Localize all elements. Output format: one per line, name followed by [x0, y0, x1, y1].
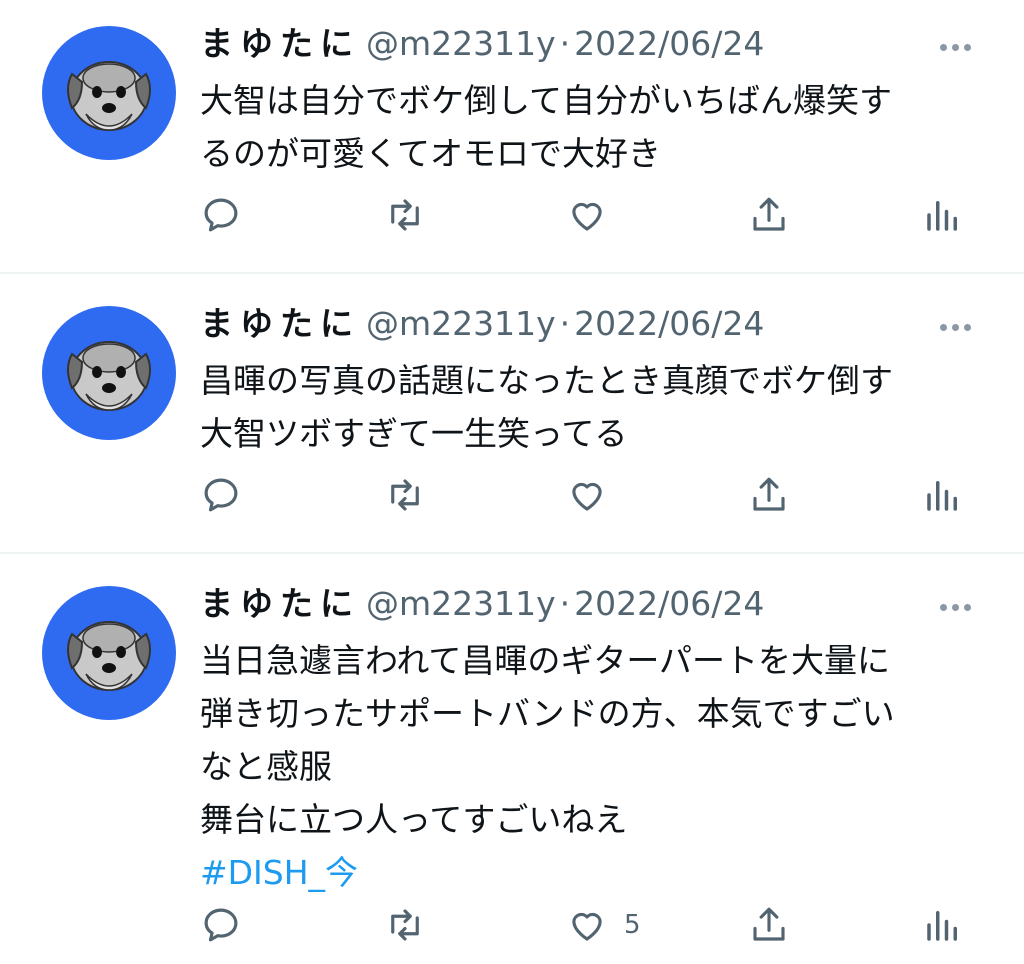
author-name[interactable]: まゆたに — [200, 584, 360, 623]
avatar[interactable] — [42, 26, 176, 160]
share-button[interactable] — [748, 900, 806, 950]
tweet[interactable]: まゆたに @m22311y · 2022/06/24 当日急遽言われて昌暉のギターパー… — [0, 560, 1024, 964]
retweet-button[interactable] — [384, 190, 442, 240]
separator-dot: · — [559, 304, 571, 343]
reply-button[interactable] — [200, 470, 258, 520]
schnauzer-dog-avatar-icon — [67, 621, 151, 691]
tweet-header: まゆたに @m22311y · 2022/06/24 — [200, 304, 764, 344]
reply-bubble-icon — [204, 478, 238, 512]
tweet-text-line: 弾き切ったサポートバンドの方、本気ですごい — [200, 694, 895, 733]
separator-dot: · — [559, 24, 571, 63]
avatar[interactable] — [42, 586, 176, 720]
avatar[interactable] — [42, 306, 176, 440]
heart-icon — [572, 202, 602, 231]
tweet-divider — [0, 552, 1024, 554]
share-upload-icon — [753, 197, 785, 231]
analytics-bars-icon — [927, 481, 957, 511]
share-button[interactable] — [748, 470, 806, 520]
tweet-text: 大智は自分でボケ倒して自分がいちばん爆笑す るのが可愛くてオモロで大好き — [200, 74, 990, 180]
author-handle[interactable]: @m22311y — [366, 304, 556, 343]
separator-dot: · — [559, 584, 571, 623]
tweet[interactable]: まゆたに @m22311y · 2022/06/24 大智は自分でボケ倒して自分がいち… — [0, 0, 1024, 272]
tweet-text-line: 舞台に立つ人ってすごいねえ — [200, 800, 628, 839]
tweet-header: まゆたに @m22311y · 2022/06/24 — [200, 584, 764, 624]
tweet-text-line: 大智ツボすぎて一生笑ってる — [200, 414, 628, 453]
tweet-text-line: 昌暉の写真の話題になったとき真顔でボケ倒す — [200, 361, 893, 400]
tweet[interactable]: まゆたに @m22311y · 2022/06/24 昌暉の写真の話題になったとき真顔… — [0, 280, 1024, 552]
reply-bubble-icon — [204, 198, 238, 232]
heart-icon — [572, 482, 602, 511]
tweet-date[interactable]: 2022/06/24 — [574, 304, 764, 343]
tweet-date[interactable]: 2022/06/24 — [574, 24, 764, 63]
retweet-button[interactable] — [384, 900, 442, 950]
analytics-button[interactable] — [922, 190, 980, 240]
like-button[interactable] — [566, 190, 624, 240]
more-dots-icon[interactable] — [940, 316, 978, 331]
analytics-button[interactable] — [922, 470, 980, 520]
more-dots-icon[interactable] — [940, 36, 978, 51]
hashtag-link[interactable]: #DISH_今 — [200, 846, 990, 899]
author-name[interactable]: まゆたに — [200, 24, 360, 63]
share-upload-icon — [753, 477, 785, 511]
retweet-icon — [391, 909, 419, 941]
tweet-actions — [0, 470, 1024, 520]
like-count: 5 — [624, 910, 641, 940]
reply-button[interactable] — [200, 900, 258, 950]
tweet-divider — [0, 272, 1024, 274]
retweet-icon — [391, 199, 419, 231]
schnauzer-dog-avatar-icon — [67, 61, 151, 131]
heart-icon — [572, 912, 602, 941]
tweet-actions — [0, 190, 1024, 240]
reply-button[interactable] — [200, 190, 258, 240]
tweet-text-line: 当日急遽言われて昌暉のギターパートを大量に — [200, 641, 891, 680]
analytics-button[interactable] — [922, 900, 980, 950]
tweet-feed: まゆたに @m22311y · 2022/06/24 大智は自分でボケ倒して自分がいち… — [0, 0, 1024, 964]
share-button[interactable] — [748, 190, 806, 240]
analytics-bars-icon — [927, 911, 957, 941]
analytics-bars-icon — [927, 201, 957, 231]
more-dots-icon[interactable] — [940, 596, 978, 611]
tweet-text-line: なと感服 — [200, 747, 332, 786]
like-button[interactable]: 5 — [566, 900, 641, 950]
retweet-icon — [391, 479, 419, 511]
tweet-text-line: るのが可愛くてオモロで大好き — [200, 134, 662, 173]
author-handle[interactable]: @m22311y — [366, 584, 556, 623]
author-handle[interactable]: @m22311y — [366, 24, 556, 63]
share-upload-icon — [753, 907, 785, 941]
like-button[interactable] — [566, 470, 624, 520]
tweet-text: 当日急遽言われて昌暉のギターパートを大量に 弾き切ったサポートバンドの方、本気で… — [200, 634, 990, 899]
reply-bubble-icon — [204, 908, 238, 942]
tweet-text: 昌暉の写真の話題になったとき真顔でボケ倒す 大智ツボすぎて一生笑ってる — [200, 354, 990, 460]
tweet-header: まゆたに @m22311y · 2022/06/24 — [200, 24, 764, 64]
author-name[interactable]: まゆたに — [200, 304, 360, 343]
tweet-text-line: 大智は自分でボケ倒して自分がいちばん爆笑す — [200, 81, 893, 120]
tweet-actions: 5 — [0, 900, 1024, 950]
schnauzer-dog-avatar-icon — [67, 341, 151, 411]
tweet-date[interactable]: 2022/06/24 — [574, 584, 764, 623]
retweet-button[interactable] — [384, 470, 442, 520]
